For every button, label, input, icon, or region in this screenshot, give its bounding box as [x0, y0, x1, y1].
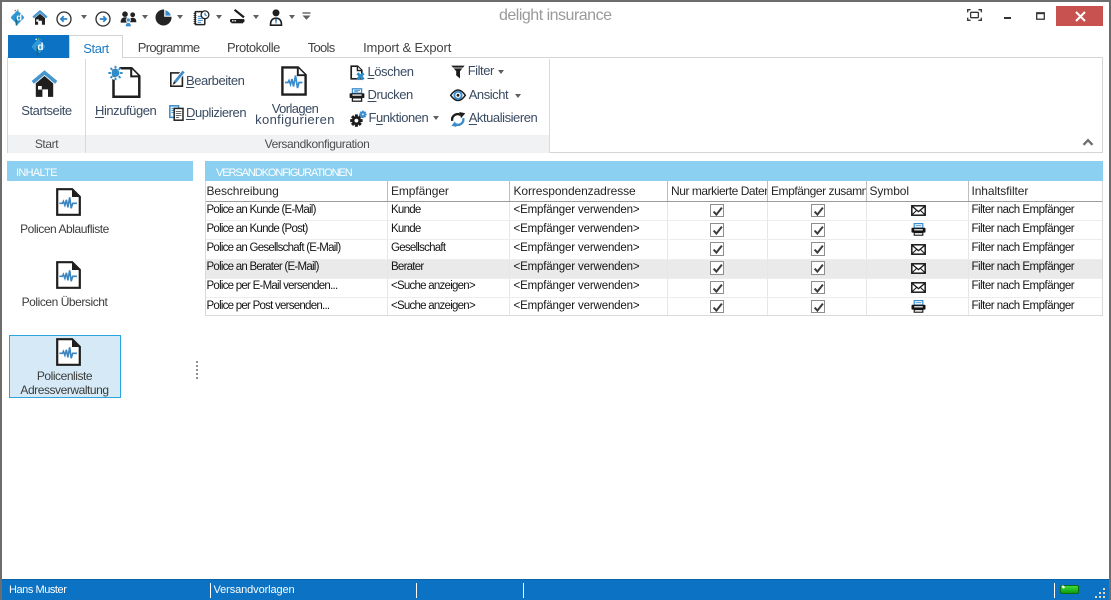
svg-text:d: d	[16, 13, 22, 24]
svg-text:d: d	[37, 41, 43, 52]
